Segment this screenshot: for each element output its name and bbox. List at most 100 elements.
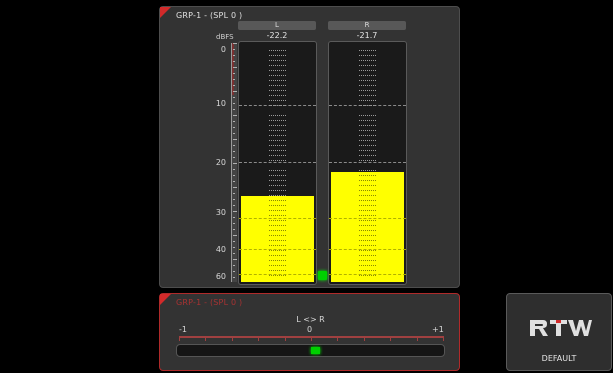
meter-grid-dot [359,180,376,181]
correlation-scale-zero: 0 [307,325,313,334]
channel-peak-l: -22.2 [266,31,288,40]
meter-grid-dot [269,160,286,161]
scale-tick [233,205,235,206]
scale-label-10: 10 [215,99,226,108]
panel-corner-marker [160,294,171,305]
correlation-tick [337,336,339,341]
meter-grid-dot [269,150,286,151]
correlation-tick [205,336,207,341]
scale-tick [233,199,235,200]
meter-grid-dot [359,175,376,176]
meter-grid-dot [359,130,376,131]
scale-label-0: 0 [220,45,226,54]
meter-grid-dot [269,80,286,81]
scale-tick [233,43,237,44]
scale-tick [233,175,235,176]
meter-grid-dot [269,140,286,141]
meter-grid-dot [269,205,286,206]
meter-grid-dot [359,200,376,201]
correlation-ticks [179,336,444,341]
correlation-tick [179,336,180,341]
scale-label-60: 60 [215,272,226,281]
scale-tick [233,223,235,224]
scale-tick [233,277,235,278]
correlation-tick [258,336,260,341]
meter-grid-dot [269,120,286,121]
meter-grid-dot [359,85,376,86]
scale-tick [233,61,235,62]
screen: { "level_meter": { "title": "GRP-1 - (SP… [0,0,613,373]
meter-grid-dot [359,250,376,251]
meter-grid-dot [359,205,376,206]
meter-grid-dot [269,75,286,76]
meter-grid-dot [359,230,376,231]
meter-grid-dot [269,270,286,271]
meter-grid-dot [359,235,376,236]
meter-grid-dot [269,230,286,231]
meter-grid-dot [359,115,376,116]
meter-grid-dot [359,240,376,241]
scale-tick [233,127,235,128]
level-scale-strip [231,43,237,282]
meter-grid-dot [359,55,376,56]
level-meter-panel[interactable]: GRP-1 - (SPL 0 ) dBFS L -22.2 R -21.7 0 … [159,6,460,288]
meter-grid-dot [359,125,376,126]
meter-grid-dot [269,125,286,126]
meter-grid-dot [359,190,376,191]
meter-grid-dot [269,85,286,86]
meter-grid-dot [359,195,376,196]
correlation-scale-minus: -1 [179,325,187,334]
scale-tick [233,91,237,92]
correlation-meter-panel[interactable]: GRP-1 - (SPL 0 ) L <> R -1 0 +1 [159,293,460,371]
channel-label-l: L [238,21,316,30]
meter-grid-dot [269,95,286,96]
scale-tick [233,73,235,74]
meter-grid-dot [269,255,286,256]
meter-grid-dot [359,60,376,61]
meter-grid-dot [269,190,286,191]
channel-peak-r: -21.7 [356,31,378,40]
meter-grid-dot [359,185,376,186]
scale-tick [233,103,235,104]
correlation-track [176,344,445,357]
meter-grid-dot [359,75,376,76]
meter-grid-dot [359,170,376,171]
meter-grid-dot [269,145,286,146]
sync-indicator-led [318,271,327,280]
meter-grid-dot [359,275,376,276]
meter-grid-dot [269,250,286,251]
level-meter-r [328,41,407,285]
channel-label-r: R [328,21,406,30]
rtw-logo-icon [530,320,592,336]
meter-grid-dot [359,270,376,271]
meter-grid-dot [269,215,286,216]
meter-grid-dot [269,50,286,51]
scale-tick [233,67,237,68]
scale-tick [233,193,235,194]
correlation-scale-plus: +1 [432,325,444,334]
meter-grid-dot [269,65,286,66]
meter-grid-dot [359,255,376,256]
meter-grid-dot [359,220,376,221]
scale-tick [233,79,235,80]
meter-grid-dot [359,80,376,81]
meter-grid-dot [359,90,376,91]
meter-grid-dot [269,60,286,61]
meter-grid-dot [359,95,376,96]
meter-grid-dot [269,170,286,171]
scale-tick [233,49,235,50]
meter-grid-dot [359,155,376,156]
meter-grid-dot [359,150,376,151]
meter-grid-dot [359,120,376,121]
scale-tick [233,139,237,140]
preset-label: DEFAULT [541,354,577,363]
scale-tick [233,55,235,56]
meter-grid-dot [269,225,286,226]
scale-tick [233,121,235,122]
level-meter-title: GRP-1 - (SPL 0 ) [176,11,243,20]
scale-tick [233,229,235,230]
meter-grid-dot [269,265,286,266]
scale-tick [233,85,235,86]
meter-grid-dot [269,240,286,241]
preset-button[interactable]: DEFAULT [506,293,612,371]
